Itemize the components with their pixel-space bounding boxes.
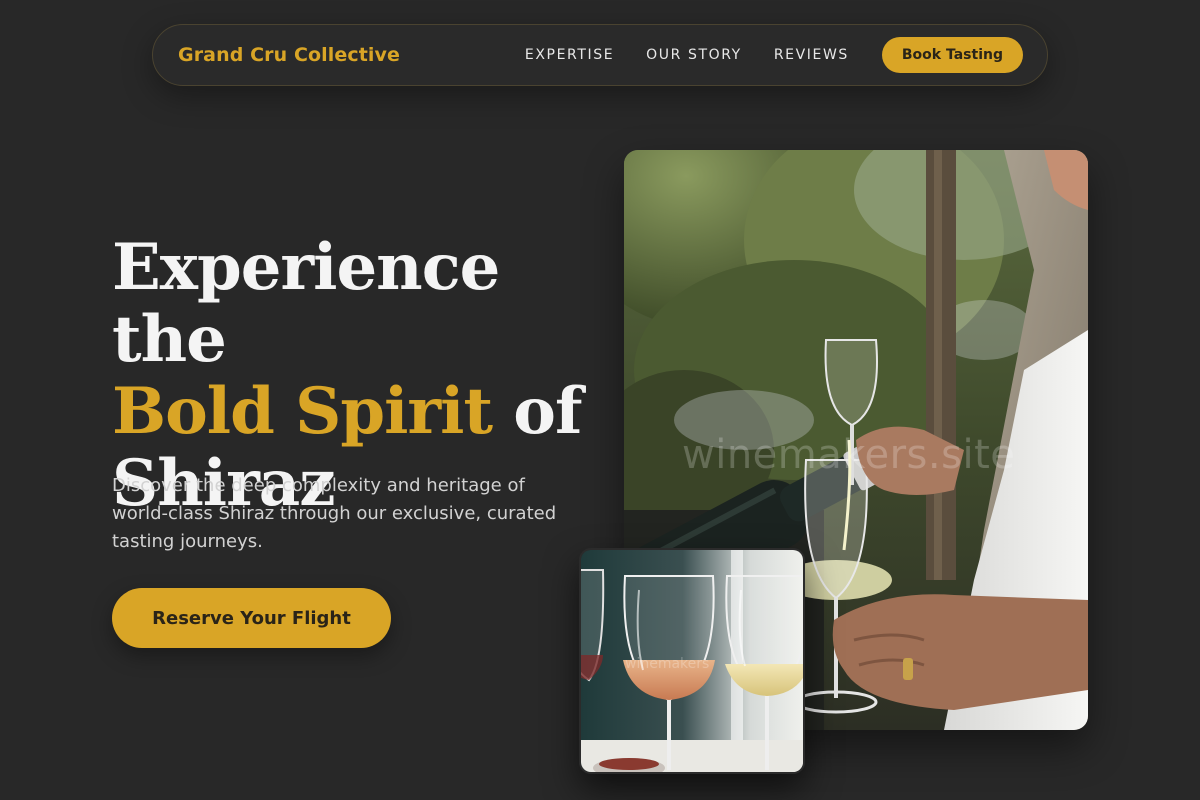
wine-glasses-illustration: winemakers <box>581 550 803 772</box>
small-photo-watermark: winemakers <box>625 656 709 672</box>
nav-link-expertise[interactable]: EXPERTISE <box>525 47 614 63</box>
book-tasting-button[interactable]: Book Tasting <box>881 37 1023 73</box>
headline-of: of <box>513 374 582 449</box>
headline-line-1: Experience the <box>112 230 500 377</box>
reserve-flight-button[interactable]: Reserve Your Flight <box>112 588 391 648</box>
headline-accent: Bold Spirit <box>112 374 493 449</box>
main-photo-watermark: winemakers.site <box>682 432 1015 478</box>
nav-link-our-story[interactable]: OUR STORY <box>646 47 742 63</box>
wine-glasses-photo: winemakers <box>579 548 805 774</box>
brand-logo[interactable]: Grand Cru Collective <box>178 44 400 66</box>
hero-description: Discover the deep complexity and heritag… <box>112 475 557 552</box>
nav-links: EXPERTISE OUR STORY REVIEWS Book Tasting <box>525 37 1023 73</box>
top-navigation: Grand Cru Collective EXPERTISE OUR STORY… <box>152 24 1048 86</box>
nav-link-reviews[interactable]: REVIEWS <box>774 47 849 63</box>
